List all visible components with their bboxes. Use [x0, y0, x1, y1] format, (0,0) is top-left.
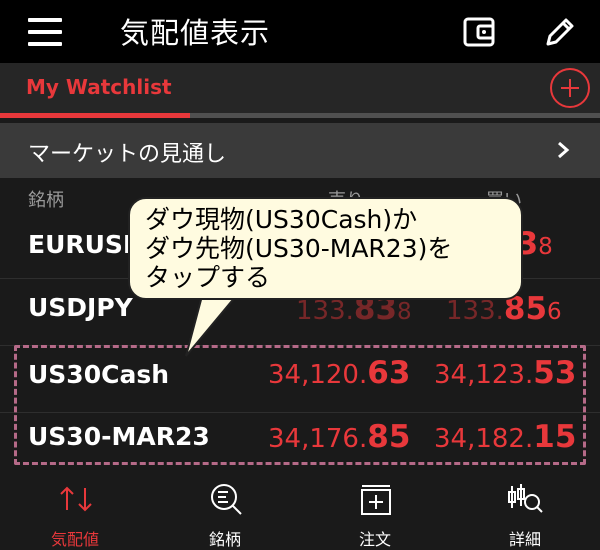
chart-detail-icon [508, 484, 543, 513]
add-watchlist-button[interactable] [550, 68, 590, 108]
nav-symbols[interactable]: 銘柄 [175, 476, 275, 550]
callout-tail [185, 296, 238, 357]
symbol-search-icon [211, 484, 242, 515]
market-outlook-row[interactable]: マーケットの見通し [0, 123, 600, 178]
nav-order-label: 注文 [358, 530, 391, 549]
bottom-navigation: 気配値 銘柄 注文 詳細 [0, 476, 600, 550]
nav-details-label: 詳細 [508, 530, 541, 549]
wallet-icon[interactable] [462, 16, 496, 48]
watchlist-tab-bar: My Watchlist [0, 63, 600, 118]
nav-quotes[interactable]: 気配値 [25, 476, 125, 550]
row-symbol: USDJPY [28, 293, 133, 322]
row-symbol: EURUSD [28, 230, 144, 259]
tab-active-indicator [0, 113, 190, 118]
nav-details[interactable]: 詳細 [475, 476, 575, 550]
hamburger-menu-icon[interactable] [28, 18, 64, 46]
top-app-bar: 気配値表示 [0, 0, 600, 63]
edit-pencil-icon[interactable] [542, 14, 578, 50]
chevron-right-icon [558, 141, 570, 159]
nav-order[interactable]: 注文 [325, 476, 425, 550]
tab-my-watchlist[interactable]: My Watchlist [26, 75, 172, 99]
quotes-arrows-icon [60, 486, 92, 512]
column-symbol: 銘柄 [28, 190, 64, 211]
order-icon [361, 485, 391, 515]
market-outlook-label: マーケットの見通し [28, 142, 227, 167]
highlight-dashed-box [14, 345, 586, 465]
nav-symbols-label: 銘柄 [208, 530, 241, 549]
instruction-callout: ダウ現物(US30Cash)か ダウ先物(US30-MAR23)を タップする [128, 197, 523, 300]
nav-quotes-label: 気配値 [50, 530, 99, 549]
callout-text: ダウ現物(US30Cash)か ダウ先物(US30-MAR23)を タップする [145, 205, 453, 292]
page-title: 気配値表示 [120, 16, 271, 50]
